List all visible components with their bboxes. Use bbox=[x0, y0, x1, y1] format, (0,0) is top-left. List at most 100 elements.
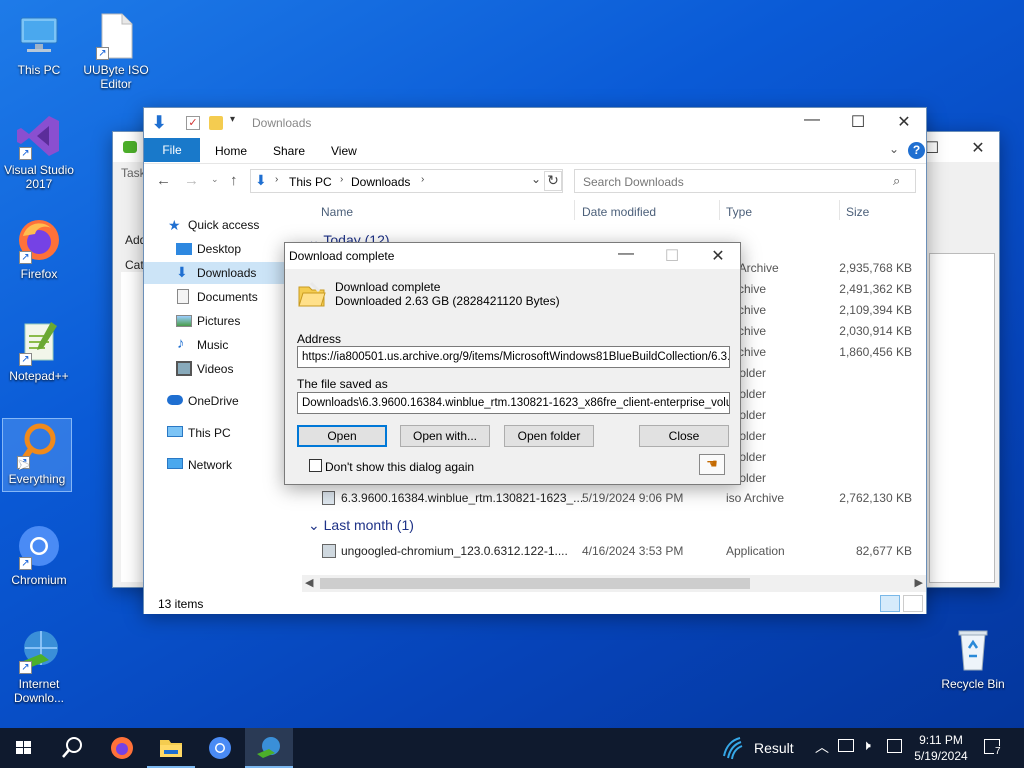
search-input[interactable]: Search Downloads bbox=[583, 175, 684, 189]
mouse-cursor-icon: ➤ bbox=[17, 457, 31, 474]
dont-show-label[interactable]: Don't show this dialog again bbox=[325, 460, 474, 474]
desktop-icon-firefox[interactable]: ↗ Firefox bbox=[4, 216, 74, 281]
recent-locations-icon[interactable]: ⌄ bbox=[211, 174, 219, 185]
minimize-icon[interactable]: — bbox=[789, 111, 835, 129]
ribbon-expand-icon[interactable]: ⌄ bbox=[889, 142, 899, 156]
start-button[interactable] bbox=[0, 728, 48, 768]
desktop-icon-recycle-bin[interactable]: Recycle Bin bbox=[938, 626, 1008, 691]
large-icons-view-icon[interactable] bbox=[903, 595, 923, 612]
taskbar-chromium[interactable] bbox=[196, 728, 244, 768]
column-divider bbox=[839, 200, 840, 220]
column-size[interactable]: Size bbox=[846, 205, 869, 219]
close-icon[interactable]: ✕ bbox=[955, 138, 1001, 158]
nav-downloads[interactable]: ⬇ Downloads bbox=[144, 262, 292, 284]
show-hidden-icons-icon[interactable]: ︿ bbox=[815, 737, 829, 757]
close-icon[interactable]: ✕ bbox=[881, 112, 927, 132]
desktop-icon-label: Everything bbox=[8, 472, 66, 486]
search-box[interactable]: Search Downloads ⌕ bbox=[574, 169, 916, 193]
group-last-month[interactable]: ⌄ Last month (1) bbox=[308, 517, 414, 534]
chromium-icon: ↗ bbox=[15, 522, 63, 570]
open-button[interactable]: Open bbox=[297, 425, 387, 447]
shortcut-arrow-icon: ↗ bbox=[19, 251, 32, 264]
network-tray-icon[interactable] bbox=[838, 739, 854, 752]
close-icon[interactable]: ✕ bbox=[695, 246, 741, 266]
tab-share[interactable]: Share bbox=[273, 144, 305, 158]
nav-documents[interactable]: Documents bbox=[144, 286, 284, 308]
shortcut-arrow-icon: ↗ bbox=[19, 557, 32, 570]
group-last-month-label: Last month (1) bbox=[323, 517, 414, 533]
file-size: 1,860,456 KB bbox=[839, 345, 912, 359]
download-complete-dialog[interactable]: Download complete — ☐ ✕ Download complet… bbox=[284, 242, 741, 485]
back-icon[interactable]: ← bbox=[156, 172, 171, 189]
nav-desktop[interactable]: Desktop bbox=[144, 238, 284, 260]
table-row[interactable]: ungoogled-chromium_123.0.6312.122-1.... … bbox=[294, 541, 926, 562]
clock-time[interactable]: 9:11 PM bbox=[915, 733, 967, 747]
quick-access-dropdown-icon[interactable]: ▾ bbox=[230, 114, 235, 125]
up-icon[interactable]: ↑ bbox=[230, 172, 238, 189]
desktop-icon-this-pc[interactable]: This PC bbox=[4, 12, 74, 77]
desktop-icon-notepadpp[interactable]: ↗ Notepad++ bbox=[4, 318, 74, 383]
windows-logo-icon bbox=[16, 741, 31, 754]
open-folder-button[interactable]: Open folder bbox=[504, 425, 594, 447]
nav-network[interactable]: Network bbox=[144, 454, 284, 476]
address-dropdown-icon[interactable]: ⌄ bbox=[531, 172, 541, 186]
nav-quick-access[interactable]: ★ Quick access bbox=[144, 214, 284, 236]
open-with-button[interactable]: Open with... bbox=[400, 425, 490, 447]
taskbar: Result ︿ 🕨 9:11 PM 5/19/2024 7 bbox=[0, 728, 1024, 768]
scroll-left-icon[interactable]: ◀ bbox=[305, 576, 313, 589]
scroll-right-icon[interactable]: ▶ bbox=[915, 576, 923, 589]
scrollbar-thumb[interactable] bbox=[320, 578, 750, 589]
saved-path-field[interactable]: Downloads\6.3.9600.16384.winblue_rtm.130… bbox=[297, 392, 730, 414]
file-icon: ↗ bbox=[92, 12, 140, 60]
dialog-options-icon[interactable]: ☚ bbox=[699, 454, 725, 475]
clock-date[interactable]: 5/19/2024 bbox=[909, 749, 973, 763]
details-view-icon[interactable] bbox=[880, 595, 900, 612]
nav-videos[interactable]: Videos bbox=[144, 358, 284, 380]
address-bar[interactable]: ⬇ › This PC › Downloads › ⌄ bbox=[250, 169, 563, 193]
volume-muted-icon[interactable]: 🕨 bbox=[862, 737, 871, 754]
desktop-icon-label: UUByte ISO Editor bbox=[83, 63, 149, 91]
folder-icon[interactable] bbox=[209, 116, 223, 130]
breadcrumb-this-pc[interactable]: This PC bbox=[289, 175, 332, 189]
maximize-icon[interactable]: ☐ bbox=[835, 112, 881, 132]
nav-music[interactable]: ♪ Music bbox=[144, 334, 284, 356]
refresh-icon[interactable]: ↻ bbox=[544, 171, 562, 191]
column-date[interactable]: Date modified bbox=[582, 205, 656, 219]
download-arrow-icon: ⬇ bbox=[176, 264, 188, 280]
forward-icon[interactable]: → bbox=[184, 172, 199, 189]
search-button[interactable] bbox=[48, 728, 96, 768]
taskbar-explorer[interactable] bbox=[147, 728, 195, 768]
nav-pictures[interactable]: Pictures bbox=[144, 310, 284, 332]
idm-small-icon bbox=[123, 141, 137, 153]
tab-home[interactable]: Home bbox=[215, 144, 247, 158]
nav-onedrive[interactable]: OneDrive bbox=[144, 390, 284, 412]
nav-this-pc[interactable]: This PC bbox=[144, 422, 284, 444]
close-button[interactable]: Close bbox=[639, 425, 729, 447]
minimize-icon[interactable]: — bbox=[603, 245, 649, 263]
column-name[interactable]: Name bbox=[321, 205, 353, 219]
column-type[interactable]: Type bbox=[726, 205, 752, 219]
pictures-icon bbox=[176, 315, 192, 327]
internet-download-manager-icon: ↗ bbox=[15, 626, 63, 674]
shortcut-arrow-icon: ↗ bbox=[19, 353, 32, 366]
desktop-icon-uubyte[interactable]: ↗ UUByte ISO Editor bbox=[81, 12, 151, 91]
address-field[interactable]: https://ia800501.us.archive.org/9/items/… bbox=[297, 346, 730, 368]
music-icon: ♪ bbox=[177, 335, 185, 352]
help-icon[interactable]: ? bbox=[908, 142, 925, 159]
desktop-icon-idm[interactable]: ↗ Internet Downlo... bbox=[4, 626, 74, 705]
tab-file[interactable]: File bbox=[144, 138, 200, 162]
properties-icon[interactable]: ✓ bbox=[186, 116, 200, 130]
dont-show-checkbox[interactable] bbox=[309, 459, 322, 472]
tab-view[interactable]: View bbox=[331, 144, 357, 158]
network-icon bbox=[167, 458, 183, 469]
horizontal-scrollbar[interactable]: ◀ ▶ bbox=[302, 575, 926, 592]
taskbar-idm[interactable] bbox=[245, 728, 293, 768]
desktop-icon-everything[interactable]: ↗ Everything bbox=[2, 418, 72, 492]
table-row[interactable]: 6.3.9600.16384.winblue_rtm.130821-1623_.… bbox=[294, 488, 926, 509]
desktop-icon-chromium[interactable]: ↗ Chromium bbox=[4, 522, 74, 587]
desktop-icon-visual-studio[interactable]: ↗ Visual Studio 2017 bbox=[4, 112, 74, 191]
taskbar-result-widget[interactable]: Result bbox=[718, 728, 798, 768]
ime-tray-icon[interactable] bbox=[887, 739, 902, 753]
taskbar-firefox[interactable] bbox=[98, 728, 146, 768]
breadcrumb-downloads[interactable]: Downloads bbox=[351, 175, 410, 189]
